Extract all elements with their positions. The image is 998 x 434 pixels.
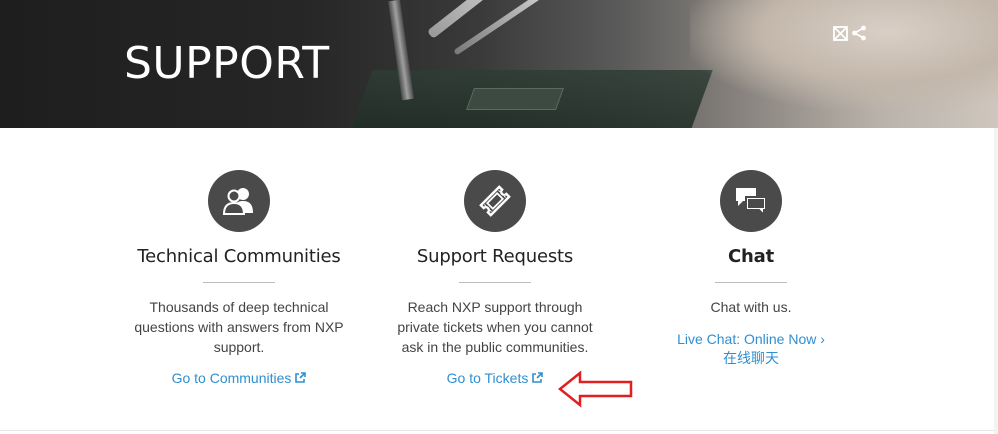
hand-image	[690, 0, 998, 110]
chat-links: Live Chat: Online Now › 在线聊天	[631, 330, 871, 368]
go-to-communities-link[interactable]: Go to Communities	[172, 370, 307, 386]
go-to-tickets-link[interactable]: Go to Tickets	[447, 370, 544, 386]
live-chat-link[interactable]: Live Chat: Online Now ›	[677, 331, 825, 347]
hero-actions	[833, 24, 867, 42]
column-description: Chat with us.	[710, 299, 792, 315]
page-title: SUPPORT	[124, 38, 330, 89]
external-link-icon	[532, 370, 544, 386]
external-link-icon	[295, 370, 307, 386]
technical-communities-card: Technical Communities Thousands of deep …	[119, 170, 359, 388]
column-description: Reach NXP support through private ticket…	[397, 299, 593, 355]
tweezers-tip-image	[453, 0, 623, 56]
divider	[459, 282, 531, 283]
link-label: Live Chat: Online Now	[677, 331, 817, 347]
scroll-edge	[994, 128, 998, 434]
chat-card: Chat Chat with us. Live Chat: Online Now…	[631, 170, 871, 368]
chinese-chat-link[interactable]: 在线聊天	[723, 350, 779, 366]
divider	[203, 282, 275, 283]
red-arrow-left-icon	[557, 370, 634, 413]
link-label: Go to Communities	[171, 370, 292, 386]
support-requests-card: Support Requests Reach NXP support throu…	[375, 170, 615, 388]
ticket-icon	[464, 170, 526, 232]
user-community-icon	[208, 170, 270, 232]
link-label: Go to Tickets	[446, 370, 529, 386]
tweezers-image	[426, 0, 607, 39]
hero-banner: SUPPORT	[0, 0, 998, 128]
email-icon[interactable]	[833, 25, 848, 41]
column-title: Chat	[728, 246, 774, 267]
chat-bubbles-icon	[720, 170, 782, 232]
column-description: Thousands of deep technical questions wi…	[134, 299, 344, 355]
share-icon[interactable]	[851, 25, 867, 41]
chip-image	[465, 88, 565, 110]
divider	[715, 282, 787, 283]
column-title: Support Requests	[416, 246, 574, 267]
page-divider	[0, 430, 998, 431]
chevron-right-icon: ›	[820, 331, 825, 347]
column-title: Technical Communities	[137, 246, 341, 267]
